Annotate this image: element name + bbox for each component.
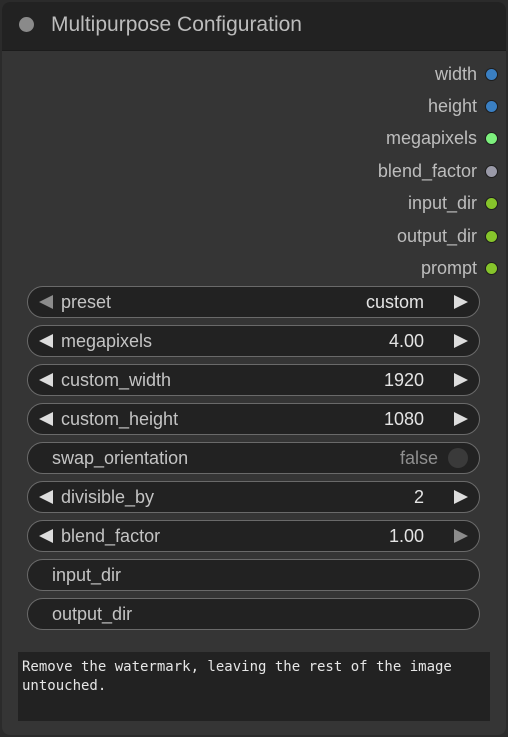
increment-arrow-icon[interactable] bbox=[454, 490, 468, 504]
widget-value[interactable]: 2 bbox=[414, 487, 424, 508]
output-label: height bbox=[427, 95, 477, 116]
output-output-dir[interactable]: output_dir bbox=[397, 224, 497, 248]
output-slot-icon[interactable] bbox=[486, 262, 497, 274]
toggle-knob-icon[interactable] bbox=[448, 448, 468, 468]
widget-value[interactable]: 1080 bbox=[384, 409, 424, 430]
output-blend-factor[interactable]: blend_factor bbox=[378, 159, 497, 183]
node-title: Multipurpose Configuration bbox=[51, 13, 302, 36]
collapse-dot-icon[interactable] bbox=[19, 17, 34, 32]
output-label: prompt bbox=[420, 257, 477, 278]
increment-arrow-icon[interactable] bbox=[454, 412, 468, 426]
output-slot-icon[interactable] bbox=[486, 165, 497, 177]
widget-value[interactable]: custom bbox=[366, 292, 424, 313]
node-panel: Multipurpose Configuration width height … bbox=[2, 2, 506, 735]
node-title-bar[interactable]: Multipurpose Configuration bbox=[2, 2, 506, 51]
output-input-dir[interactable]: input_dir bbox=[408, 191, 497, 215]
widget-label: swap_orientation bbox=[52, 448, 189, 468]
widget-label: custom_height bbox=[61, 409, 179, 429]
widget-megapixels[interactable]: megapixels 4.00 bbox=[27, 325, 480, 357]
output-slot-icon[interactable] bbox=[486, 68, 497, 80]
widget-label: custom_width bbox=[61, 370, 172, 390]
output-prompt[interactable]: prompt bbox=[421, 256, 497, 280]
widget-label: preset bbox=[61, 292, 112, 312]
output-height[interactable]: height bbox=[428, 94, 497, 118]
output-label: output_dir bbox=[396, 225, 477, 246]
toggle-value: false bbox=[399, 448, 438, 468]
output-label: blend_factor bbox=[377, 160, 477, 181]
widget-divisible-by[interactable]: divisible_by 2 bbox=[27, 481, 480, 513]
output-slot-icon[interactable] bbox=[486, 132, 497, 144]
decrement-arrow-icon[interactable] bbox=[39, 373, 53, 387]
increment-arrow-icon[interactable] bbox=[454, 529, 468, 543]
widget-input-dir[interactable]: input_dir bbox=[27, 559, 480, 591]
widget-value[interactable]: 1.00 bbox=[389, 526, 424, 547]
prompt-textarea[interactable]: Remove the watermark, leaving the rest o… bbox=[18, 652, 490, 721]
widget-label: input_dir bbox=[52, 565, 122, 585]
decrement-arrow-icon[interactable] bbox=[39, 295, 53, 309]
decrement-arrow-icon[interactable] bbox=[39, 412, 53, 426]
widget-value[interactable]: 4.00 bbox=[389, 331, 424, 352]
widget-preset[interactable]: preset custom bbox=[27, 286, 480, 318]
widget-label: megapixels bbox=[61, 331, 153, 351]
decrement-arrow-icon[interactable] bbox=[39, 334, 53, 348]
increment-arrow-icon[interactable] bbox=[454, 373, 468, 387]
widget-output-dir[interactable]: output_dir bbox=[27, 598, 480, 630]
widget-value[interactable]: 1920 bbox=[384, 370, 424, 391]
increment-arrow-icon[interactable] bbox=[454, 334, 468, 348]
widget-custom-height[interactable]: custom_height 1080 bbox=[27, 403, 480, 435]
widget-swap-orientation[interactable]: swap_orientation false bbox=[27, 442, 480, 474]
widget-label: blend_factor bbox=[61, 526, 161, 546]
widget-custom-width[interactable]: custom_width 1920 bbox=[27, 364, 480, 396]
increment-arrow-icon[interactable] bbox=[454, 295, 468, 309]
decrement-arrow-icon[interactable] bbox=[39, 490, 53, 504]
output-label: input_dir bbox=[407, 192, 477, 213]
decrement-arrow-icon[interactable] bbox=[39, 529, 53, 543]
output-megapixels[interactable]: megapixels bbox=[386, 126, 497, 150]
output-slot-icon[interactable] bbox=[486, 230, 497, 242]
output-label: megapixels bbox=[385, 127, 477, 148]
output-width[interactable]: width bbox=[435, 62, 497, 86]
widget-blend-factor[interactable]: blend_factor 1.00 bbox=[27, 520, 480, 552]
output-label: width bbox=[434, 63, 477, 84]
output-slot-icon[interactable] bbox=[486, 100, 497, 112]
widget-label: divisible_by bbox=[61, 487, 155, 507]
output-slot-icon[interactable] bbox=[486, 197, 497, 209]
widget-label: output_dir bbox=[52, 604, 133, 624]
